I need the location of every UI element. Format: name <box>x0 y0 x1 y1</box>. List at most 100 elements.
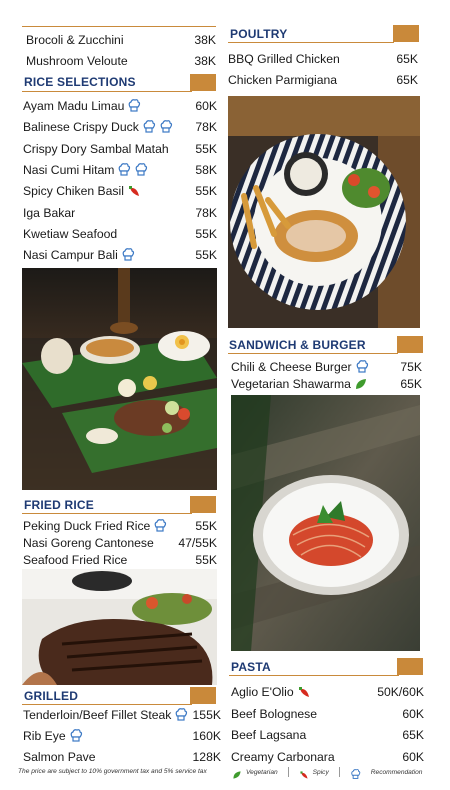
rice-header-box <box>190 74 216 91</box>
item-price: 60K <box>402 706 424 721</box>
menu-item: Peking Duck Fried Rice 55K <box>23 518 217 534</box>
item-name: Ayam Madu Limau <box>23 99 141 113</box>
legend-recommendation: Recommendation <box>370 768 423 776</box>
chef-hat-icon <box>350 767 361 779</box>
legend-spicy: Spicy <box>312 768 329 776</box>
menu-item: Ayam Madu Limau 60K <box>23 98 217 114</box>
chef-hat-icon <box>355 360 369 374</box>
item-price: 65K <box>402 728 424 742</box>
item-price: 38K <box>194 54 216 68</box>
menu-item: Tenderloin/Beef Fillet Steak 155K <box>23 707 221 723</box>
chef-hat-icon <box>153 519 167 533</box>
menu-item: Iga Bakar 78K <box>23 205 217 221</box>
item-name: Aglio E'Olio <box>231 685 311 699</box>
legend-separator <box>338 767 340 777</box>
fried-rice-header-box <box>190 496 216 513</box>
pasta-photo <box>231 395 420 651</box>
menu-item: Seafood Fried Rice 55K <box>23 552 217 568</box>
chef-hat-icon <box>69 729 83 743</box>
grilled-header-box <box>190 687 216 704</box>
tax-note: The price are subject to 10% government … <box>18 768 207 775</box>
item-price: 75K <box>400 360 422 374</box>
item-name: Balinese Crispy Duck <box>23 120 173 134</box>
item-name: Kwetiaw Seafood <box>23 227 117 241</box>
item-name-text: Beef Lagsana <box>231 728 307 742</box>
section-title-grilled: GRILLED <box>24 689 79 703</box>
menu-item: Nasi Cumi Hitam 58K <box>23 162 217 178</box>
chef-hat-icon <box>127 99 141 113</box>
item-name-text: Nasi Campur Bali <box>23 248 118 263</box>
item-price: 47/55K <box>178 536 217 550</box>
pasta-header-box <box>397 658 423 675</box>
menu-item: Beef Lagsana 65K <box>231 727 424 743</box>
item-name: Tenderloin/Beef Fillet Steak <box>23 708 188 722</box>
chili-icon <box>299 767 309 779</box>
item-name-text: Chicken Parmigiana <box>228 73 338 87</box>
legend-separator <box>287 767 289 777</box>
item-price: 160K <box>192 729 221 743</box>
item-price: 50K/60K <box>377 685 424 699</box>
item-name: Iga Bakar <box>23 206 75 220</box>
chef-hat-icon <box>117 163 131 177</box>
item-name-text: Salmon Pave <box>23 750 96 764</box>
item-name: BBQ Grilled Chicken <box>228 52 340 66</box>
item-price: 60K <box>402 749 424 764</box>
chili-icon <box>127 184 141 198</box>
menu-item: Chicken Parmigiana 65K <box>228 72 418 88</box>
section-title-sandwich: SANDWICH & BURGER <box>229 338 366 352</box>
item-name-text: Spicy Chiken Basil <box>23 184 124 199</box>
item-price: 78K <box>195 120 217 135</box>
section-title-pasta: PASTA <box>231 660 271 674</box>
poultry-header-line <box>228 42 394 43</box>
menu-item: Chili & Cheese Burger 75K <box>231 359 422 375</box>
item-price: 38K <box>194 33 216 47</box>
item-name-text: Kwetiaw Seafood <box>23 226 118 241</box>
legend-vegetarian: Vegetarian <box>246 768 278 776</box>
top-left-divider <box>22 26 216 27</box>
item-price: 58K <box>195 162 217 177</box>
item-name-text: Beef Bolognese <box>231 706 318 721</box>
menu-item: Crispy Dory Sambal Matah 55K <box>23 141 217 157</box>
item-price: 55K <box>195 226 217 241</box>
chef-hat-icon <box>159 120 173 134</box>
sandwich-header-box <box>397 336 423 353</box>
item-name: Nasi Goreng Cantonese <box>23 536 154 550</box>
item-name-text: Nasi Goreng Cantonese <box>23 536 154 550</box>
chef-hat-icon <box>142 120 156 134</box>
item-name-text: Rib Eye <box>23 729 66 743</box>
menu-item: Nasi Goreng Cantonese 47/55K <box>23 535 217 551</box>
menu-item: Balinese Crispy Duck 78K <box>23 119 217 135</box>
item-name: Creamy Carbonara <box>231 750 335 764</box>
section-title-poultry: POULTRY <box>230 27 288 41</box>
rice-dish-image <box>22 268 217 490</box>
item-price: 55K <box>195 141 217 156</box>
item-name: Peking Duck Fried Rice <box>23 519 167 533</box>
menu-item: Salmon Pave 128K <box>23 749 221 765</box>
item-price: 65K <box>400 377 422 391</box>
menu-item: Aglio E'Olio 50K/60K <box>231 684 424 700</box>
menu-item: Spicy Chiken Basil 55K <box>23 183 217 199</box>
item-price: 65K <box>396 52 418 66</box>
menu-item: Beef Bolognese 60K <box>231 706 424 722</box>
poultry-header-box <box>393 25 419 42</box>
menu-item: Vegetarian Shawarma 65K <box>231 376 422 392</box>
chef-hat-icon <box>121 248 135 262</box>
item-price: 78K <box>195 205 217 220</box>
menu-item: Mushroom Veloute 38K <box>26 53 216 69</box>
item-name-text: Chili & Cheese Burger <box>231 360 352 374</box>
item-name: Crispy Dory Sambal Matah <box>23 142 169 156</box>
menu-item: Creamy Carbonara 60K <box>231 749 424 765</box>
steak-photo <box>22 569 217 685</box>
item-price: 55K <box>195 248 217 263</box>
item-name: Chili & Cheese Burger <box>231 360 369 374</box>
item-name-text: BBQ Grilled Chicken <box>228 52 340 66</box>
item-price: 55K <box>195 553 217 567</box>
item-name-text: Nasi Cumi Hitam <box>23 162 115 177</box>
steak-image <box>22 569 217 685</box>
rice-dish-photo <box>22 268 217 490</box>
pasta-image <box>231 395 420 651</box>
item-name-text: Iga Bakar <box>23 205 76 220</box>
item-name-text: Ayam Madu Limau <box>23 99 125 113</box>
fried-rice-header-line <box>22 513 192 514</box>
item-name-text: Vegetarian Shawarma <box>231 377 351 391</box>
